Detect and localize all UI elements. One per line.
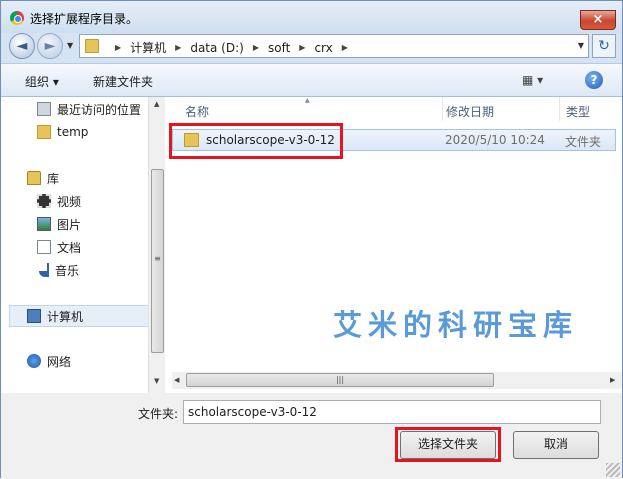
command-toolbar: 组织 ▾ 新建文件夹 ▦ ▾ ? [1, 63, 622, 97]
file-dialog-window: 选择扩展程序目录。 × ◄ ► ▼ ▶ 计算机 ▶ data (D:) ▶ so… [0, 0, 623, 479]
sidebar-item-music[interactable]: 音乐 [39, 261, 79, 279]
chevron-right-icon[interactable]: ▶ [115, 43, 121, 52]
column-header-type[interactable]: 类型 [560, 97, 622, 121]
sidebar-item-recent[interactable]: 最近访问的位置 [37, 100, 141, 118]
library-icon [27, 171, 41, 185]
dialog-footer: 文件夹: 选择文件夹 取消 [1, 393, 622, 479]
navigation-bar: ◄ ► ▼ ▶ 计算机 ▶ data (D:) ▶ soft ▶ crx ▶ ▼… [1, 31, 622, 63]
network-icon [27, 354, 41, 368]
documents-icon [37, 240, 51, 254]
scroll-up-icon[interactable]: ▲ [154, 100, 159, 108]
horizontal-scrollbar[interactable]: ◀ ||| ▶ [172, 372, 622, 389]
scrollbar-thumb[interactable]: ||| [186, 373, 494, 387]
breadcrumb-crx[interactable]: crx [314, 41, 332, 55]
sidebar-item-label: 网络 [47, 354, 72, 369]
sidebar-item-label: 文档 [57, 240, 82, 255]
address-bar[interactable]: ▶ 计算机 ▶ data (D:) ▶ soft ▶ crx ▶ ▼ [79, 34, 589, 58]
highlight-box-select-button [395, 427, 501, 462]
scroll-right-icon[interactable]: ▶ [610, 376, 615, 384]
chevron-right-icon[interactable]: ▶ [342, 43, 348, 52]
watermark-text: 艾米的科研宝库 [333, 308, 579, 342]
scrollbar-thumb[interactable]: ≡ [151, 169, 164, 353]
sidebar-item-label: 视频 [57, 194, 82, 209]
resize-grip[interactable] [606, 463, 620, 477]
sidebar-item-documents[interactable]: 文档 [37, 238, 81, 256]
recent-places-icon [37, 102, 51, 116]
breadcrumb-soft[interactable]: soft [268, 41, 290, 55]
sidebar-item-label: 计算机 [47, 309, 84, 324]
filename-label: 文件夹: [138, 407, 179, 421]
scroll-left-icon[interactable]: ◀ [174, 376, 179, 384]
view-options-icon[interactable]: ▦ ▾ [522, 73, 543, 87]
sidebar-item-label: 最近访问的位置 [57, 102, 142, 117]
sidebar-item-label: 库 [47, 171, 60, 186]
window-title: 选择扩展程序目录。 [30, 12, 139, 26]
organize-menu[interactable]: 组织 ▾ [25, 73, 59, 90]
new-folder-button[interactable]: 新建文件夹 [93, 73, 153, 90]
forward-button[interactable]: ► [37, 33, 63, 59]
history-dropdown-icon[interactable]: ▼ [67, 41, 73, 50]
breadcrumb-data-drive[interactable]: data (D:) [190, 41, 244, 55]
computer-icon [27, 309, 41, 323]
sidebar-item-video[interactable]: 视频 [37, 192, 81, 210]
column-header-name[interactable]: 名称 [179, 97, 443, 121]
scroll-down-icon[interactable]: ▼ [154, 377, 159, 385]
refresh-button[interactable]: ↻ [592, 34, 616, 58]
sidebar-item-network[interactable]: 网络 [27, 352, 71, 370]
chevron-right-icon[interactable]: ▶ [175, 43, 181, 52]
chevron-right-icon[interactable]: ▶ [299, 43, 305, 52]
navigation-pane: 最近访问的位置 temp 库 视频 图片 文档 音乐 计算机 网络 ▲ ≡ ▼ [1, 97, 165, 393]
sidebar-item-computer[interactable]: 计算机 [27, 307, 83, 325]
back-button[interactable]: ◄ [9, 33, 35, 59]
sidebar-item-label: temp [57, 125, 89, 139]
sidebar-item-label: 图片 [57, 217, 82, 232]
folder-icon [85, 39, 99, 53]
sidebar-item-pictures[interactable]: 图片 [37, 215, 81, 233]
column-header-date[interactable]: 修改日期 [440, 97, 560, 121]
sidebar-scrollbar[interactable]: ▲ ≡ ▼ [148, 97, 165, 393]
help-icon[interactable]: ? [585, 71, 603, 89]
video-icon [37, 194, 51, 208]
chrome-icon [10, 11, 24, 25]
title-bar: 选择扩展程序目录。 × [1, 1, 622, 33]
filename-field[interactable] [183, 400, 601, 424]
music-icon [39, 263, 49, 277]
address-dropdown-icon[interactable]: ▼ [578, 41, 584, 50]
sidebar-item-library[interactable]: 库 [27, 169, 59, 187]
chevron-right-icon[interactable]: ▶ [253, 43, 259, 52]
folder-icon [37, 125, 51, 139]
close-button[interactable]: × [580, 10, 616, 30]
breadcrumb: ▶ 计算机 ▶ data (D:) ▶ soft ▶ crx ▶ [106, 39, 357, 56]
pictures-icon [37, 217, 51, 231]
sidebar-item-temp[interactable]: temp [37, 123, 88, 141]
breadcrumb-computer[interactable]: 计算机 [130, 39, 166, 56]
sidebar-item-label: 音乐 [55, 263, 80, 278]
highlight-box-folder [169, 123, 343, 159]
cancel-button[interactable]: 取消 [513, 431, 599, 459]
file-type: 文件夹 [565, 135, 602, 149]
file-date: 2020/5/10 10:24 [445, 133, 545, 147]
